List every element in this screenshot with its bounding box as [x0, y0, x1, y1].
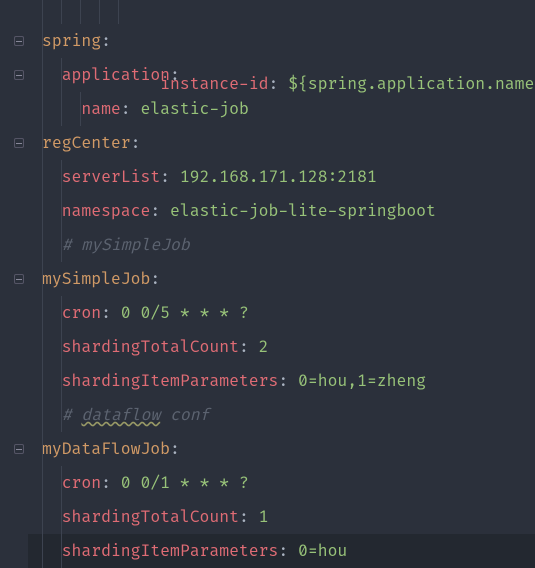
code-line[interactable]: shardingTotalCount: 1	[28, 500, 535, 534]
yaml-key: namespace	[62, 201, 151, 221]
code-line[interactable]: spring:	[28, 24, 535, 58]
yaml-key: regCenter	[42, 133, 131, 153]
code-line[interactable]: instance-id: ${spring.application.name}	[28, 0, 535, 24]
code-line[interactable]: regCenter:	[28, 126, 535, 160]
yaml-value: 0 0/1 * * * ?	[121, 473, 249, 493]
code-line[interactable]: shardingItemParameters: 0=hou	[28, 534, 535, 568]
code-line[interactable]: serverList: 192.168.171.128:2181	[28, 160, 535, 194]
yaml-value: 0=hou,1=zheng	[298, 371, 426, 391]
yaml-key: shardingTotalCount	[62, 507, 239, 527]
code-line[interactable]: mySimpleJob:	[28, 262, 535, 296]
code-line[interactable]: shardingTotalCount: 2	[28, 330, 535, 364]
code-line[interactable]: cron: 0 0/1 * * * ?	[28, 466, 535, 500]
fold-toggle-icon[interactable]	[14, 444, 24, 454]
colon: :	[239, 507, 259, 527]
colon: :	[101, 473, 121, 493]
fold-toggle-icon[interactable]	[14, 274, 24, 284]
colon: :	[150, 201, 170, 221]
yaml-key: shardingItemParameters	[62, 371, 279, 391]
yaml-value: 0=hou	[298, 541, 347, 561]
fold-toggle-icon[interactable]	[14, 138, 24, 148]
code-line[interactable]: # dataflow conf	[28, 398, 535, 432]
colon: :	[101, 31, 111, 51]
yaml-key: cron	[62, 303, 101, 323]
yaml-key: shardingItemParameters	[62, 541, 279, 561]
colon: :	[239, 337, 259, 357]
colon: :	[160, 167, 180, 187]
code-line[interactable]: namespace: elastic-job-lite-springboot	[28, 194, 535, 228]
yaml-key: cron	[62, 473, 101, 493]
colon: :	[170, 65, 180, 85]
yaml-value: 192.168.171.128:2181	[180, 167, 377, 187]
colon: :	[121, 99, 141, 119]
fold-toggle-icon[interactable]	[14, 70, 24, 80]
code-line[interactable]: name: elastic-job	[28, 92, 535, 126]
comment: # mySimpleJob	[62, 235, 190, 255]
yaml-value: 0 0/5 * * * ?	[121, 303, 249, 323]
yaml-value: elastic-job-lite-springboot	[170, 201, 436, 221]
yaml-key: serverList	[62, 167, 160, 187]
comment: #	[62, 405, 82, 425]
yaml-key: application	[62, 65, 170, 85]
colon: :	[170, 439, 180, 459]
colon: :	[150, 269, 160, 289]
code-line[interactable]: application:	[28, 58, 535, 92]
code-line[interactable]: # mySimpleJob	[28, 228, 535, 262]
yaml-key: myDataFlowJob	[42, 439, 170, 459]
yaml-value: 1	[259, 507, 269, 527]
yaml-value: 2	[259, 337, 269, 357]
yaml-key: shardingTotalCount	[62, 337, 239, 357]
colon: :	[278, 541, 298, 561]
yaml-key: spring	[42, 31, 101, 51]
yaml-key: mySimpleJob	[42, 269, 150, 289]
colon: :	[278, 371, 298, 391]
code-line[interactable]: myDataFlowJob:	[28, 432, 535, 466]
yaml-key: name	[81, 99, 120, 119]
code-editor[interactable]: instance-id: ${spring.application.name} …	[0, 0, 535, 562]
colon: :	[101, 303, 121, 323]
comment: conf	[160, 405, 209, 425]
comment-word: dataflow	[81, 405, 160, 425]
colon: :	[131, 133, 141, 153]
yaml-value: elastic-job	[140, 99, 248, 119]
code-line[interactable]: cron: 0 0/5 * * * ?	[28, 296, 535, 330]
fold-toggle-icon[interactable]	[14, 36, 24, 46]
code-line[interactable]: shardingItemParameters: 0=hou,1=zheng	[28, 364, 535, 398]
code-area[interactable]: instance-id: ${spring.application.name} …	[28, 0, 535, 562]
